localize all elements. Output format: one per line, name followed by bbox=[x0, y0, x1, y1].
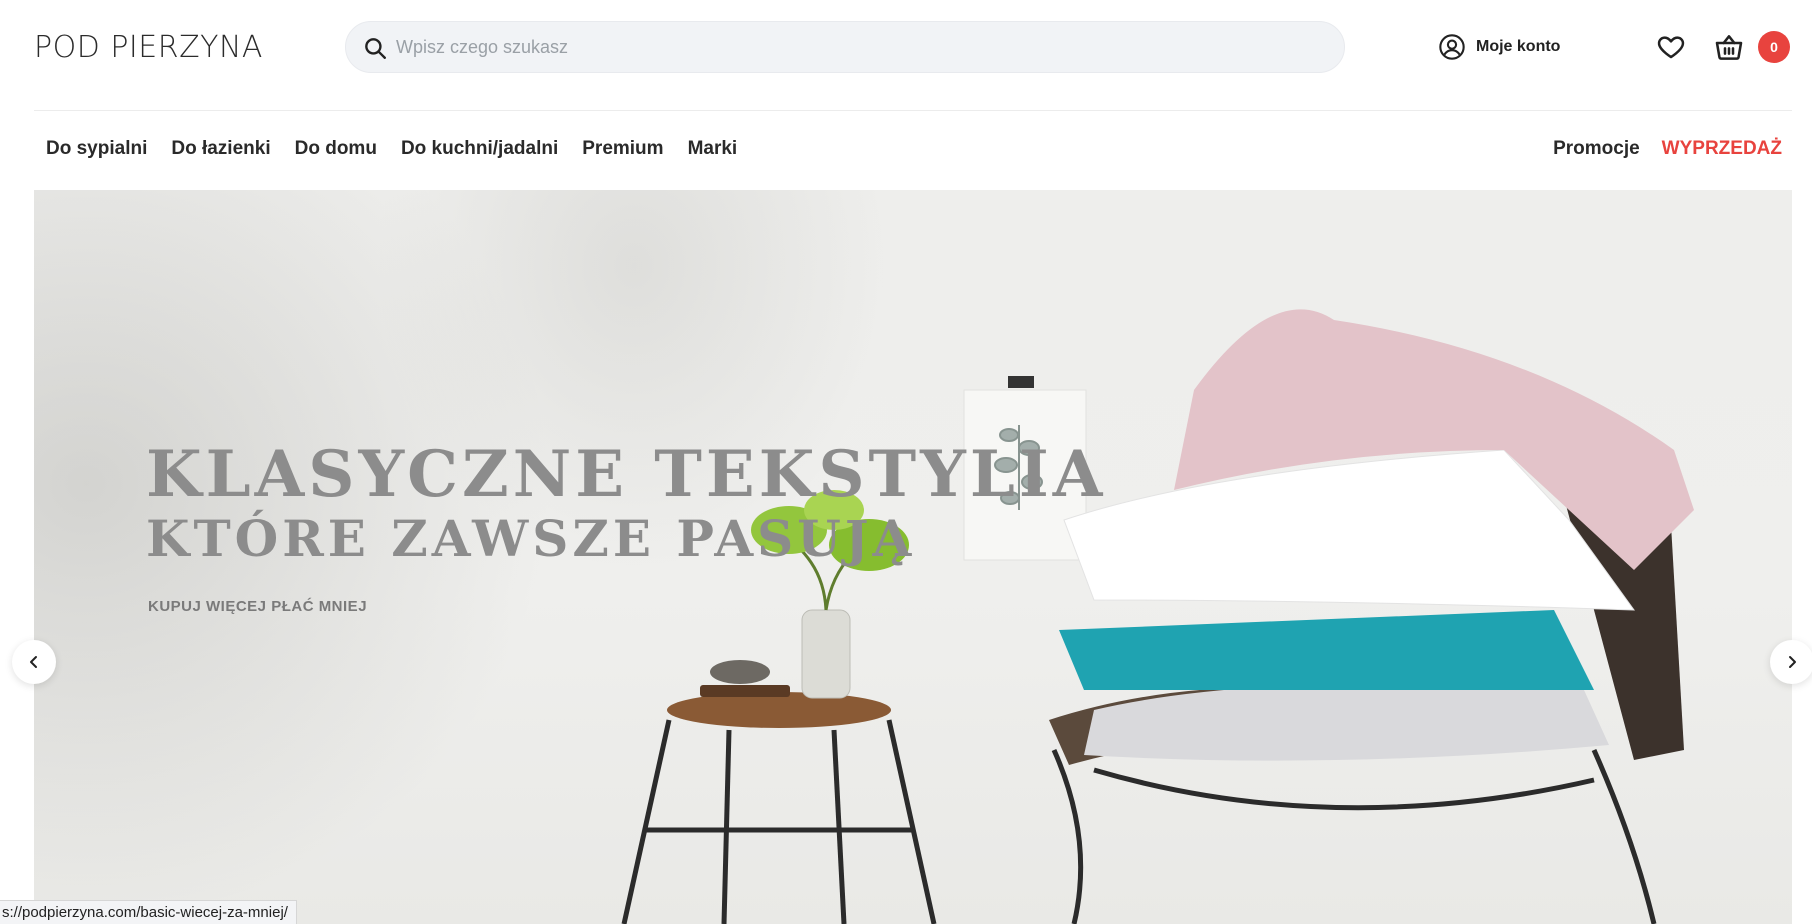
nav-item-marki[interactable]: Marki bbox=[676, 138, 750, 162]
account-label: Moje konto bbox=[1476, 38, 1561, 55]
carousel-prev-button[interactable] bbox=[12, 640, 56, 684]
hero-subtitle[interactable]: KUPUJ WIĘCEJ PŁAĆ MNIEJ bbox=[148, 598, 367, 615]
chevron-right-icon bbox=[1789, 656, 1796, 668]
header-divider bbox=[34, 110, 1792, 111]
search-input[interactable] bbox=[396, 22, 1326, 72]
search-icon bbox=[365, 38, 386, 59]
nav-item-promocje[interactable]: Promocje bbox=[1553, 138, 1640, 160]
carousel-next-button[interactable] bbox=[1770, 640, 1812, 684]
browser-status-url: s://podpierzyna.com/basic-wiecej-za-mnie… bbox=[0, 900, 297, 924]
heart-icon[interactable] bbox=[1656, 32, 1686, 62]
hero-title-line2: KTÓRE ZAWSZE PASUJĄ bbox=[146, 509, 916, 568]
search-bar[interactable] bbox=[345, 21, 1345, 73]
nav-right: Promocje WYPRZEDAŻ bbox=[1553, 138, 1782, 160]
site-logo[interactable]: POD PIERZYNA bbox=[34, 30, 263, 65]
hero-title-line1: KLASYCZNE TEKSTYLIA bbox=[146, 437, 1107, 512]
basket-icon[interactable] bbox=[1713, 31, 1745, 63]
nav-item-wyprzedaz[interactable]: WYPRZEDAŻ bbox=[1662, 138, 1782, 160]
site-header: POD PIERZYNA Moje konto 0 bbox=[0, 0, 1812, 110]
nav-item-do-domu[interactable]: Do domu bbox=[283, 138, 389, 162]
nav-item-do-kuchni[interactable]: Do kuchni/jadalni bbox=[389, 138, 570, 162]
hero-title: KLASYCZNE TEKSTYLIA KTÓRE ZAWSZE PASUJĄ bbox=[146, 440, 1106, 568]
cart-count-badge[interactable]: 0 bbox=[1758, 31, 1790, 63]
nav-item-premium[interactable]: Premium bbox=[570, 138, 675, 162]
user-icon bbox=[1439, 34, 1465, 60]
chevron-left-icon bbox=[30, 656, 37, 668]
account-link[interactable]: Moje konto bbox=[1438, 32, 1560, 62]
main-nav: Do sypialni Do łazienki Do domu Do kuchn… bbox=[34, 138, 749, 162]
hero-banner[interactable]: KLASYCZNE TEKSTYLIA KTÓRE ZAWSZE PASUJĄ … bbox=[34, 190, 1792, 924]
nav-item-do-lazienki[interactable]: Do łazienki bbox=[159, 138, 282, 162]
nav-item-do-sypialni[interactable]: Do sypialni bbox=[34, 138, 159, 162]
